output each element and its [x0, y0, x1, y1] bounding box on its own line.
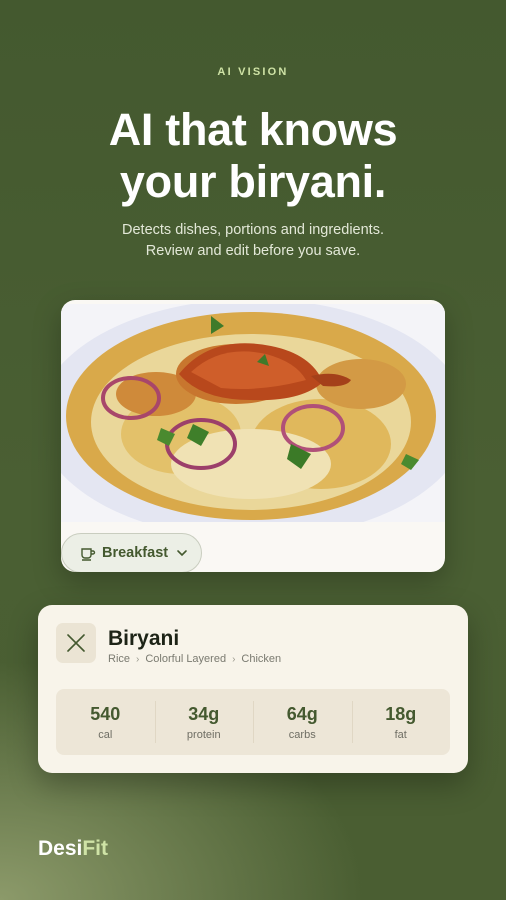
- brand-part-2: Fit: [82, 837, 109, 860]
- brand-part-1: Desi: [38, 837, 83, 860]
- dish-name[interactable]: Biryani: [108, 627, 179, 651]
- meal-type-selector[interactable]: Breakfast: [61, 533, 202, 572]
- macro-fat: 18g fat: [351, 689, 451, 755]
- biryani-photo: [61, 304, 445, 522]
- dish-result-card: Biryani Rice › Colorful Layered › Chicke…: [38, 605, 468, 773]
- macro-label: carbs: [288, 729, 316, 741]
- macro-value: 18g: [385, 704, 417, 724]
- subtitle-line-2: Review and edit before you save.: [145, 243, 361, 259]
- macro-calories: 540 cal: [56, 689, 155, 755]
- chevron-down-icon: [177, 550, 187, 557]
- ingredient-tags: Rice › Colorful Layered › Chicken: [108, 653, 281, 665]
- headline-line-2: your biryani.: [119, 156, 387, 207]
- close-icon: [67, 634, 85, 652]
- tag: Rice: [108, 653, 131, 665]
- cup-icon: [81, 548, 96, 561]
- macro-label: protein: [186, 729, 221, 741]
- meal-type-label: Breakfast: [102, 545, 169, 561]
- macros-panel: 540 cal 34g protein 64g carbs 18g fat: [56, 689, 450, 755]
- separator-icon: ›: [232, 653, 236, 665]
- separator-icon: ›: [136, 653, 140, 665]
- macro-value: 34g: [188, 704, 220, 724]
- macro-label: cal: [98, 729, 113, 741]
- food-photo-card: Breakfast: [61, 300, 445, 572]
- macro-value: 64g: [286, 704, 318, 724]
- brand-logo: DesiFit: [38, 837, 108, 861]
- macro-value: 540: [90, 704, 121, 724]
- tag: Chicken: [241, 653, 282, 665]
- macro-label: fat: [394, 729, 407, 741]
- remove-dish-button[interactable]: [56, 623, 96, 663]
- macro-protein: 34g protein: [154, 689, 254, 755]
- macro-carbs: 64g carbs: [253, 689, 352, 755]
- subtitle: Detects dishes, portions and ingredients…: [0, 220, 506, 262]
- subtitle-line-1: Detects dishes, portions and ingredients…: [122, 222, 384, 238]
- headline: AI that knows your biryani.: [0, 104, 506, 208]
- headline-line-1: AI that knows: [108, 104, 398, 155]
- eyebrow-label: AI VISION: [217, 66, 289, 78]
- tag: Colorful Layered: [145, 653, 227, 665]
